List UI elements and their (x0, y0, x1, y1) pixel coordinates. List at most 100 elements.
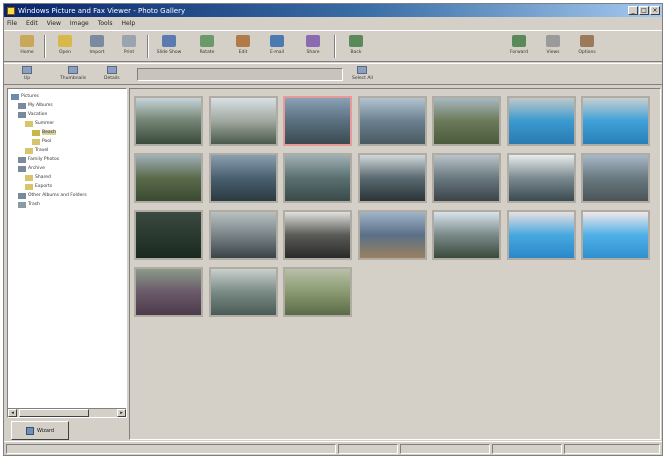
maximize-button[interactable]: □ (639, 6, 649, 15)
status-panel (564, 443, 660, 454)
minimize-button[interactable]: _ (628, 6, 638, 15)
menu-view[interactable]: View (47, 20, 61, 27)
toolbar-button-views[interactable]: Views (538, 33, 568, 60)
photo-thumbnail[interactable] (581, 210, 650, 260)
photo-image (136, 269, 201, 315)
tree-item[interactable]: Summer (25, 120, 54, 127)
photo-thumbnail[interactable] (357, 153, 427, 203)
window-controls: _ □ × (628, 6, 660, 15)
photo-thumbnail[interactable] (134, 210, 203, 260)
camera-icon (90, 35, 104, 47)
photo-thumbnail[interactable] (134, 267, 203, 317)
photo-thumbnail[interactable] (506, 210, 576, 260)
toolbar-button-open[interactable]: Open (50, 33, 80, 60)
toolbar-button-edit[interactable]: Edit (228, 33, 258, 60)
photo-image (285, 269, 350, 315)
toolbar-button-options[interactable]: Options (572, 33, 602, 60)
toolbar-label: Share (306, 50, 320, 55)
thumbnail-pane[interactable] (129, 88, 661, 440)
toolbar-button-home[interactable]: Home (12, 33, 42, 60)
tree-item[interactable]: Trash (18, 201, 40, 208)
email-icon (270, 35, 284, 47)
thumbnails-button[interactable]: Thumbnails (60, 65, 86, 84)
folder-icon (25, 174, 33, 181)
photo-thumbnail[interactable] (357, 210, 427, 260)
photo-thumbnail[interactable] (283, 153, 352, 203)
toolbar-label: Rotate (199, 50, 215, 55)
tree-item[interactable]: Travel (25, 147, 48, 154)
photo-thumbnail[interactable] (134, 153, 203, 203)
tree-item[interactable]: My Albums (18, 102, 53, 109)
photo-thumbnail[interactable] (581, 153, 650, 203)
folder-icon (32, 129, 40, 136)
select-all-label: Select All (352, 76, 373, 81)
photo-thumbnail[interactable] (432, 153, 501, 203)
title-bar[interactable]: Windows Picture and Fax Viewer - Photo G… (4, 4, 662, 17)
toolbar-button-email[interactable]: E-mail (262, 33, 292, 60)
photo-thumbnail[interactable] (506, 153, 576, 203)
photo-image (508, 155, 574, 201)
menu-tools[interactable]: Tools (98, 20, 113, 27)
tree-item[interactable]: Pictures (11, 93, 39, 100)
toolbar-label: Forward (509, 50, 529, 55)
photo-thumbnail[interactable] (208, 96, 278, 146)
tree-label: Family Photos (28, 157, 60, 162)
photo-thumbnail[interactable] (506, 96, 576, 146)
photo-thumbnail[interactable] (283, 96, 352, 146)
menu-file[interactable]: File (7, 20, 17, 27)
toolbar-button-share[interactable]: Share (298, 33, 328, 60)
status-panel (400, 443, 490, 454)
select-all-button[interactable]: Select All (352, 65, 373, 84)
toolbar-button-back[interactable]: Back (341, 33, 371, 60)
up-button[interactable]: Up (22, 65, 32, 84)
photo-thumbnail[interactable] (357, 96, 427, 146)
toolbar-button-forward[interactable]: Forward (504, 33, 534, 60)
close-button[interactable]: × (650, 6, 660, 15)
toolbar-button-slideshow[interactable]: Slide Show (154, 33, 184, 60)
tree-item-selected[interactable]: Beach (32, 129, 56, 136)
scroll-right-icon[interactable]: ▸ (117, 409, 126, 417)
photo-thumbnail[interactable] (134, 96, 203, 146)
photo-thumbnail[interactable] (283, 210, 352, 260)
status-panel (338, 443, 398, 454)
tree-item[interactable]: Shared (25, 174, 51, 181)
path-box[interactable] (137, 68, 343, 81)
photo-image (434, 212, 499, 258)
toolbar-button-rotate[interactable]: Rotate (192, 33, 222, 60)
main-toolbar: Home Open Import Print Slide Show Rotate… (4, 30, 662, 62)
toolbar-button-import[interactable]: Import (82, 33, 112, 60)
toolbar-button-print[interactable]: Print (114, 33, 144, 60)
photo-thumbnail[interactable] (208, 267, 278, 317)
tree-item[interactable]: Vacation (18, 111, 47, 118)
wizard-button[interactable]: Wizard (11, 421, 69, 440)
photo-thumbnail[interactable] (432, 210, 501, 260)
status-panel (6, 443, 336, 454)
menu-edit[interactable]: Edit (26, 20, 38, 27)
folder-tree[interactable]: Pictures My Albums Vacation Summer Beach… (7, 88, 127, 418)
photo-thumbnail[interactable] (208, 153, 278, 203)
tree-item[interactable]: Other Albums and Folders (18, 192, 87, 199)
up-label: Up (23, 76, 31, 81)
menu-help[interactable]: Help (122, 20, 136, 27)
details-button[interactable]: Details (104, 65, 120, 84)
photo-thumbnail[interactable] (208, 210, 278, 260)
tree-item[interactable]: Family Photos (18, 156, 59, 163)
tree-item[interactable]: Pool (32, 138, 51, 145)
photo-image (583, 212, 648, 258)
photo-image (136, 212, 201, 258)
scroll-thumb[interactable] (19, 409, 89, 417)
tree-item[interactable]: Exports (25, 183, 52, 190)
scroll-left-icon[interactable]: ◂ (8, 409, 17, 417)
photo-thumbnail[interactable] (432, 96, 501, 146)
photo-image (210, 269, 276, 315)
photo-thumbnail[interactable] (283, 267, 352, 317)
menu-image[interactable]: Image (70, 20, 89, 27)
app-icon (7, 6, 15, 15)
tree-item[interactable]: Archive (18, 165, 45, 172)
share-icon (306, 35, 320, 47)
photo-thumbnail[interactable] (581, 96, 650, 146)
folder-icon (25, 120, 33, 127)
photo-image (210, 155, 276, 201)
photo-image (210, 98, 276, 144)
horizontal-scrollbar[interactable]: ◂ ▸ (8, 408, 126, 417)
